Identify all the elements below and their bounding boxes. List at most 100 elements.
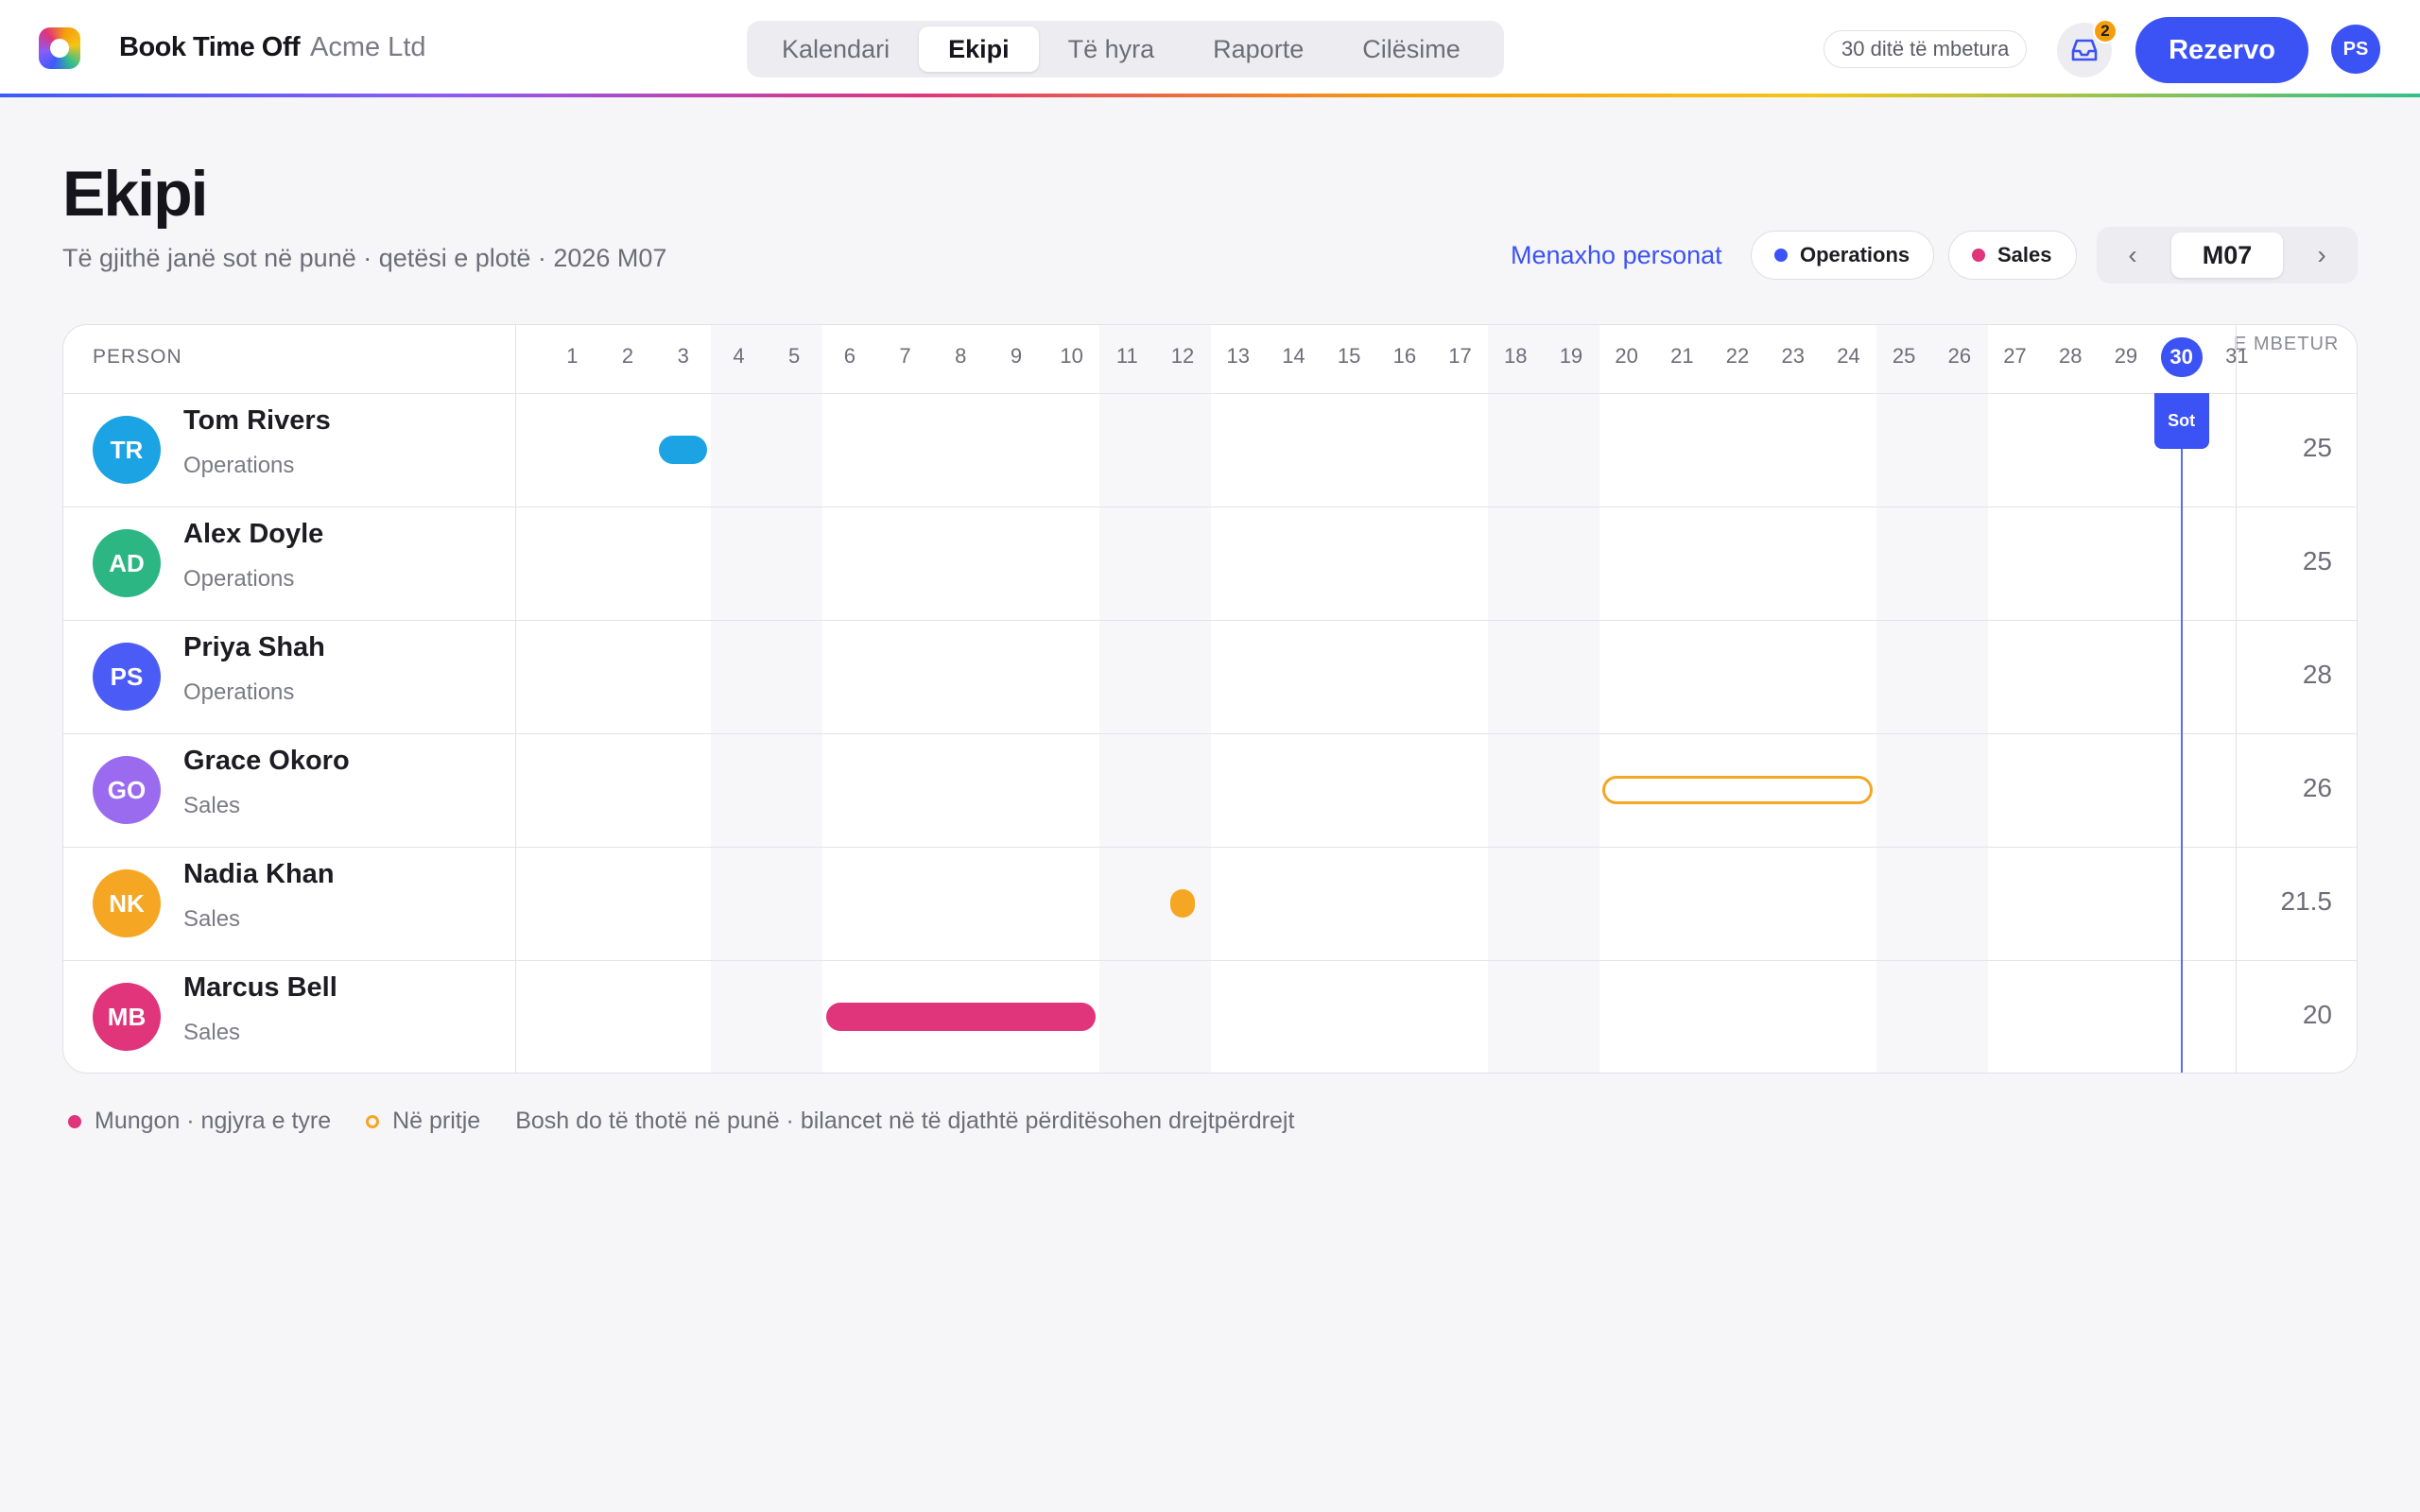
day-number: 31 xyxy=(2225,344,2249,368)
day-number: 22 xyxy=(1725,344,1750,368)
team-color-dot xyxy=(1972,249,1985,262)
person-team: Operations xyxy=(183,566,295,592)
remaining-balance: 26 xyxy=(2302,773,2332,802)
book-time-off-button[interactable]: Rezervo xyxy=(2135,17,2308,83)
person-team: Operations xyxy=(183,679,295,705)
prev-month-button[interactable]: ‹ xyxy=(2102,240,2163,270)
day-number: 3 xyxy=(677,344,689,368)
current-month[interactable]: M07 xyxy=(2171,232,2283,278)
day-number: 4 xyxy=(733,344,745,368)
day-number: 20 xyxy=(1615,344,1638,368)
pending-absence-bar[interactable] xyxy=(1602,776,1873,804)
manage-people-link[interactable]: Menaxho personat xyxy=(1511,241,1722,270)
today-day-number: 30 xyxy=(2160,337,2203,377)
avatar: NK xyxy=(93,869,161,937)
avatar: TR xyxy=(93,416,161,484)
day-number: 25 xyxy=(1892,344,1916,368)
absence-bar[interactable] xyxy=(659,436,708,464)
person-team: Sales xyxy=(183,793,241,818)
day-number: 8 xyxy=(955,344,967,368)
avatar: MB xyxy=(93,983,161,1051)
pending-legend-dot xyxy=(366,1114,380,1128)
legend-absent: Mungon · ngjyra e tyre xyxy=(95,1108,332,1134)
day-number: 29 xyxy=(2114,344,2138,368)
tab-settings[interactable]: Cilësime xyxy=(1333,26,1490,72)
day-number: 7 xyxy=(899,344,911,368)
day-number: 26 xyxy=(1947,344,1972,368)
day-number: 15 xyxy=(1337,344,1361,368)
top-bar: Book Time Off Acme Ltd Kalendari Ekipi T… xyxy=(0,0,2420,97)
day-number: 14 xyxy=(1282,344,1305,368)
remaining-balance: 25 xyxy=(2302,433,2332,462)
tab-reports[interactable]: Raporte xyxy=(1184,26,1333,72)
remaining-balance: 20 xyxy=(2302,1000,2332,1029)
user-avatar[interactable]: PS xyxy=(2331,25,2380,74)
accent-stripe xyxy=(0,94,2420,97)
inbox-count-badge: 2 xyxy=(2093,19,2118,43)
day-number: 1 xyxy=(566,344,579,368)
page-subtitle: Të gjithë janë sot në punë · qetësi e pl… xyxy=(62,244,667,272)
avatar: GO xyxy=(93,756,161,824)
absence-bar[interactable] xyxy=(825,1003,1096,1031)
legend-pending: Në pritje xyxy=(392,1108,481,1134)
person-name[interactable]: Priya Shah xyxy=(183,632,325,663)
person-team: Operations xyxy=(183,453,295,478)
inbox-button[interactable]: 2 xyxy=(2057,19,2118,77)
filter-chip-operations[interactable]: Operations xyxy=(1751,231,1935,280)
day-number: 11 xyxy=(1115,344,1138,368)
remaining-balance: 25 xyxy=(2302,546,2332,576)
table-row[interactable] xyxy=(63,847,2357,960)
avatar: AD xyxy=(93,529,161,597)
day-number: 21 xyxy=(1670,344,1694,368)
day-number: 9 xyxy=(1010,344,1023,368)
day-number: 12 xyxy=(1170,344,1195,368)
day-number: 6 xyxy=(843,344,856,368)
absence-bar[interactable] xyxy=(1170,889,1196,918)
filter-chip-label: Operations xyxy=(1800,243,1910,266)
table-row[interactable] xyxy=(63,620,2357,733)
table-row[interactable] xyxy=(63,733,2357,847)
person-name[interactable]: Marcus Bell xyxy=(183,972,337,1004)
remaining-balance: 28 xyxy=(2302,660,2332,689)
day-number: 19 xyxy=(1559,344,1583,368)
page-title: Ekipi xyxy=(62,158,208,230)
table-row[interactable] xyxy=(63,507,2357,620)
day-number: 18 xyxy=(1504,344,1528,368)
month-navigator: ‹ M07 › xyxy=(2097,227,2358,284)
tab-team[interactable]: Ekipi xyxy=(919,26,1039,72)
filter-chip-label: Sales xyxy=(1997,243,2052,266)
day-number: 24 xyxy=(1837,344,1860,368)
company-name: Acme Ltd xyxy=(310,32,426,62)
person-name[interactable]: Nadia Khan xyxy=(183,859,335,890)
person-team: Sales xyxy=(183,906,241,932)
day-number: 13 xyxy=(1226,344,1250,368)
remaining-balance: 21.5 xyxy=(2280,886,2333,916)
day-number: 27 xyxy=(2003,344,2027,368)
person-name[interactable]: Tom Rivers xyxy=(183,405,331,437)
day-number: 5 xyxy=(788,344,801,368)
day-number: 23 xyxy=(1781,344,1805,368)
person-name[interactable]: Grace Okoro xyxy=(183,746,350,777)
legend: Mungon · ngjyra e tyre Në pritje Bosh do… xyxy=(68,1108,1294,1135)
day-number: 10 xyxy=(1060,344,1083,368)
app-name: Book Time Off xyxy=(119,32,301,62)
app-logo-icon[interactable] xyxy=(39,27,80,69)
day-number: 2 xyxy=(621,344,634,368)
tab-calendar[interactable]: Kalendari xyxy=(752,26,919,72)
avatar: PS xyxy=(93,643,161,711)
team-color-dot xyxy=(1774,249,1788,262)
day-number: 17 xyxy=(1448,344,1472,368)
tab-inbox[interactable]: Të hyra xyxy=(1039,26,1184,72)
next-month-button[interactable]: › xyxy=(2291,240,2352,270)
filter-chip-sales[interactable]: Sales xyxy=(1948,231,2077,280)
day-number: 16 xyxy=(1392,344,1417,368)
table-row[interactable] xyxy=(63,393,2357,507)
team-calendar-grid: PERSON E MBETUR 1 2 3 4 5 6 7 8 9 10 11 12 13 14 15 16 1… xyxy=(62,324,2358,1074)
table-row[interactable] xyxy=(63,960,2357,1073)
legend-note: Bosh do të thotë në punë · bilancet në t… xyxy=(515,1108,1295,1134)
person-name[interactable]: Alex Doyle xyxy=(183,519,323,550)
remaining-days-badge: 30 ditë të mbetura xyxy=(1824,30,2028,68)
absent-legend-dot xyxy=(68,1114,81,1128)
day-number: 28 xyxy=(2059,344,2083,368)
inbox-icon xyxy=(2071,39,2098,61)
